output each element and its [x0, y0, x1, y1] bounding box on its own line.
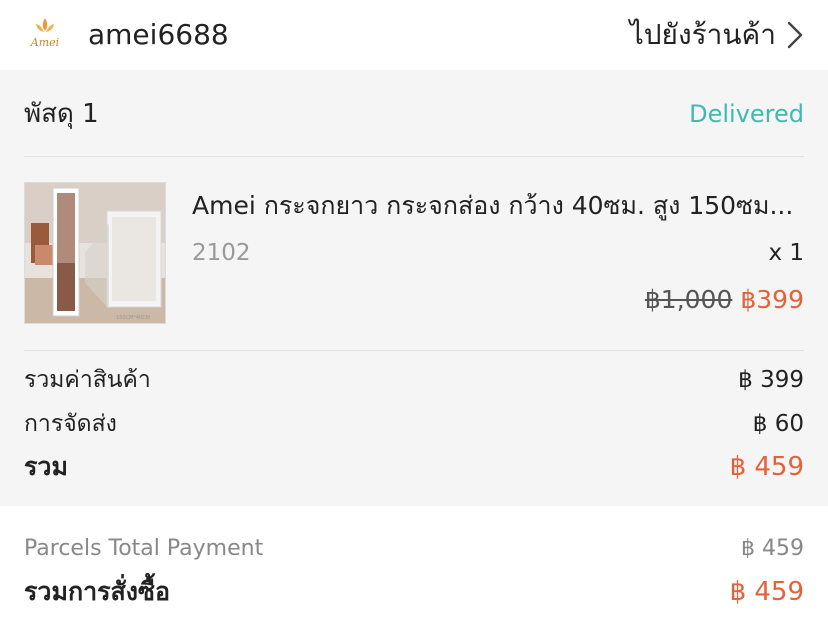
shop-logo[interactable]: Amei [22, 14, 68, 54]
mirror-product-image: 150CM*40CM [25, 183, 165, 323]
shipping-label: การจัดส่ง [24, 411, 117, 437]
order-total-row: รวมการสั่งซื้อ ฿ 459 [24, 572, 804, 612]
logo-text: Amei [30, 36, 59, 49]
product-name[interactable]: Amei กระจกยาว กระจกส่อง กว้าง 40ซม. สูง … [192, 188, 804, 224]
product-prices: ฿1,000 ฿399 [645, 282, 804, 318]
parcel-card: พัสดุ 1 Delivered 150CM*40CM Amei กระจกย… [0, 70, 828, 506]
svg-text:150CM*40CM: 150CM*40CM [116, 315, 150, 321]
parcels-total-value: ฿ 459 [741, 535, 804, 561]
subtotal-value: ฿ 399 [738, 367, 804, 393]
subtotal-label: รวมค่าสินค้า [24, 367, 151, 393]
parcels-total-label: Parcels Total Payment [24, 535, 264, 561]
product-variant: 2102 [192, 240, 251, 266]
chevron-right-icon [787, 21, 803, 49]
go-to-shop-label: ไปยังร้านค้า [629, 18, 776, 51]
shipping-row: การจัดส่ง ฿ 60 [24, 406, 804, 442]
sale-price: ฿399 [740, 285, 804, 314]
order-total-value: ฿ 459 [729, 577, 804, 607]
parcels-total-row: Parcels Total Payment ฿ 459 [24, 532, 804, 564]
shop-name[interactable]: amei6688 [88, 15, 229, 55]
parcel-total-value: ฿ 459 [729, 452, 804, 482]
delivery-status: Delivered [689, 100, 804, 128]
divider [24, 350, 804, 351]
subtotal-row: รวมค่าสินค้า ฿ 399 [24, 362, 804, 398]
shop-header: Amei amei6688 ไปยังร้านค้า [0, 0, 828, 70]
order-summary: Parcels Total Payment ฿ 459 รวมการสั่งซื… [0, 506, 828, 634]
product-thumbnail[interactable]: 150CM*40CM [24, 182, 166, 324]
parcel-total-label: รวม [24, 452, 68, 481]
shipping-value: ฿ 60 [752, 411, 804, 437]
go-to-shop-button[interactable]: ไปยังร้านค้า [630, 15, 806, 55]
original-price: ฿1,000 [644, 285, 733, 314]
parcel-total-row: รวม ฿ 459 [24, 449, 804, 485]
divider [24, 156, 804, 157]
product-quantity: x 1 [768, 240, 804, 266]
order-total-label: รวมการสั่งซื้อ [24, 577, 170, 606]
parcel-title: พัสดุ 1 [24, 99, 99, 129]
